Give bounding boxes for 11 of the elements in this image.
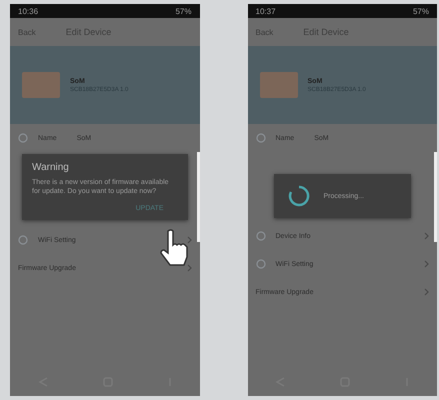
battery-level: 57%: [412, 6, 429, 16]
spinner-icon: [288, 185, 310, 207]
status-time: 10:36: [18, 6, 38, 16]
chevron-icon: [424, 260, 429, 268]
status-time: 10:37: [256, 6, 276, 16]
battery-level: 57%: [175, 6, 192, 16]
chevron-icon: [424, 288, 429, 296]
chevron-icon: [186, 264, 192, 272]
dialog-title: Warning: [32, 162, 70, 173]
chevron-icon: [186, 236, 192, 244]
chevron-icon: [424, 232, 429, 240]
